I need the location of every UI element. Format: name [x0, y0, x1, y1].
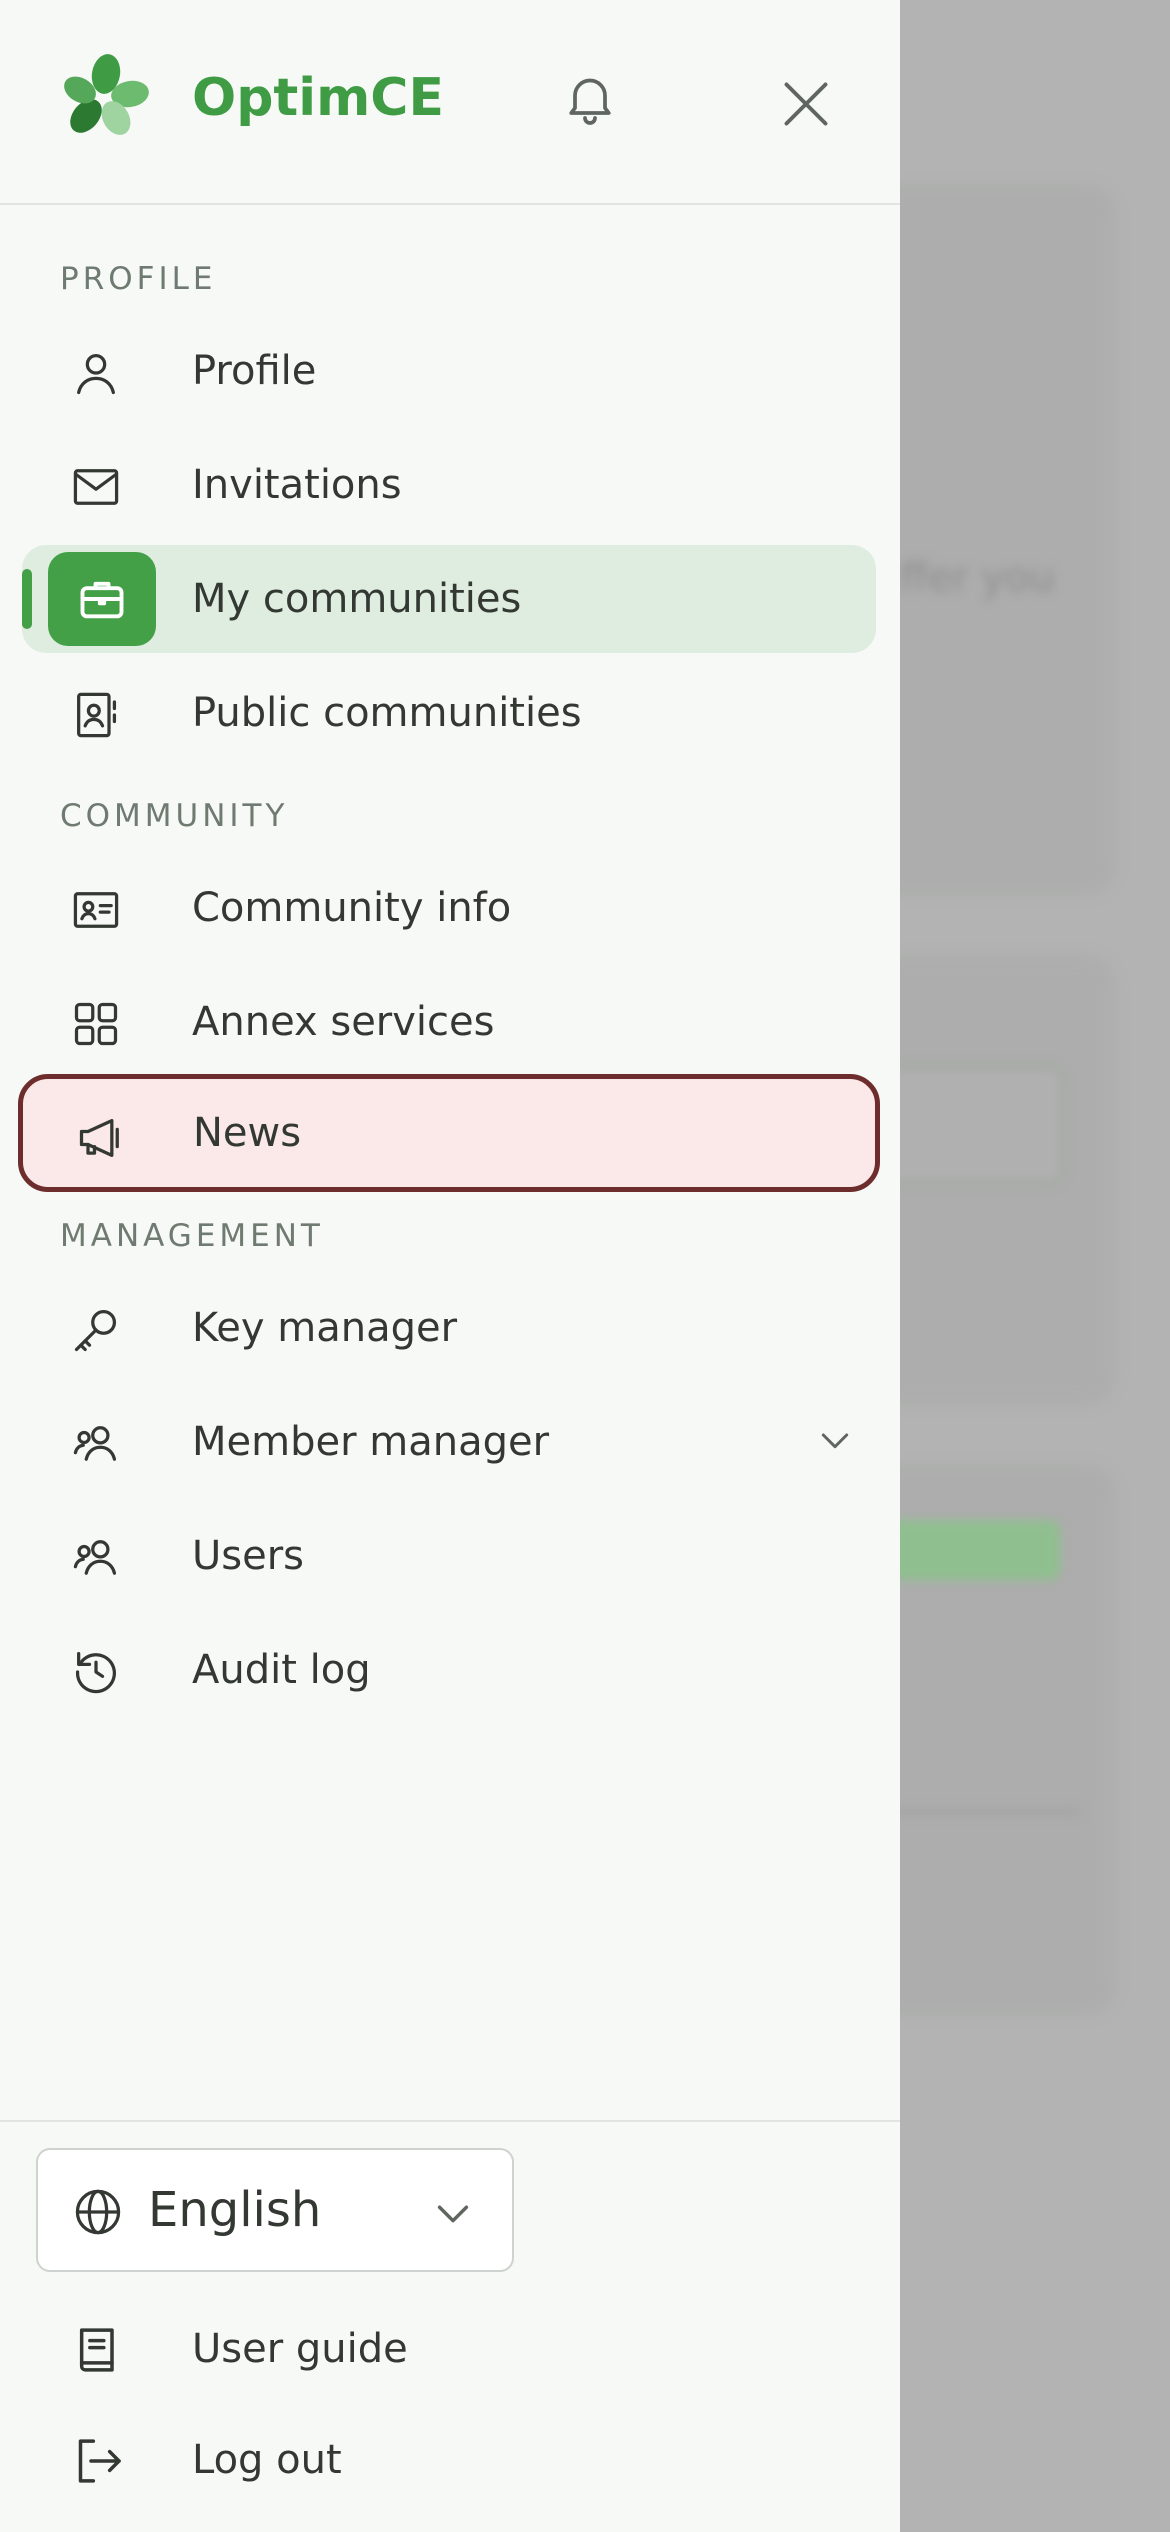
nav-item-my-communities[interactable]: My communities — [22, 545, 876, 653]
drawer-header: OptimCE — [0, 0, 900, 205]
user-guide-label: User guide — [192, 2326, 408, 2372]
close-icon[interactable] — [780, 78, 832, 130]
briefcase-icon — [80, 581, 124, 619]
section-label-management: MANAGEMENT — [60, 1218, 324, 1254]
navigation-drawer: OptimCE PROFILE Profile Invitations My c… — [0, 0, 900, 2532]
nav-item-label: Annex services — [192, 999, 495, 1045]
book-icon — [79, 2328, 114, 2372]
background-text: ffer you — [900, 555, 1055, 601]
nav-item-label: News — [193, 1110, 302, 1156]
nav-item-users[interactable]: Users — [22, 1502, 876, 1610]
nav-item-label: Key manager — [192, 1305, 458, 1351]
nav-item-invitations[interactable]: Invitations — [22, 431, 876, 539]
log-out-label: Log out — [192, 2437, 342, 2483]
id-card-icon — [73, 892, 119, 928]
bell-icon[interactable] — [560, 68, 620, 128]
active-indicator — [22, 569, 32, 629]
envelope-icon — [73, 469, 119, 505]
background-button — [880, 1520, 1060, 1580]
history-icon — [75, 1651, 116, 1694]
nav-item-label: Profile — [192, 348, 317, 394]
section-label-profile: PROFILE — [60, 261, 217, 297]
section-label-community: COMMUNITY — [60, 798, 289, 834]
nav-item-profile[interactable]: Profile — [22, 317, 876, 425]
nav-item-member-manager[interactable]: Member manager — [22, 1388, 876, 1496]
nav-item-label: My communities — [192, 576, 522, 622]
megaphone-icon — [79, 1119, 119, 1157]
nav-item-community-info[interactable]: Community info — [22, 854, 876, 962]
nav-item-label: Users — [192, 1533, 305, 1579]
nav-item-audit-log[interactable]: Audit log — [22, 1616, 876, 1724]
contact-book-icon — [77, 692, 117, 738]
log-out-button[interactable]: Log out — [70, 2415, 770, 2505]
brand-name: OptimCE — [192, 68, 444, 128]
nav-item-label: Public communities — [192, 690, 582, 736]
nav-item-key-manager[interactable]: Key manager — [22, 1274, 876, 1382]
chevron-down-icon — [437, 2205, 469, 2223]
grid-icon — [74, 1002, 118, 1046]
clover-logo-icon — [64, 54, 149, 135]
key-icon — [74, 1309, 117, 1352]
nav-item-public-communities[interactable]: Public communities — [22, 659, 876, 767]
language-select[interactable]: English — [36, 2148, 514, 2272]
users-icon — [73, 1540, 117, 1575]
nav-item-label: Audit log — [192, 1647, 371, 1693]
nav-item-label: Community info — [192, 885, 512, 931]
logout-icon — [78, 2439, 121, 2483]
language-value: English — [148, 2182, 322, 2238]
nav-item-news[interactable]: News — [18, 1074, 880, 1192]
nav-item-annex-services[interactable]: Annex services — [22, 968, 876, 1076]
chevron-down-icon[interactable] — [815, 1420, 855, 1460]
active-icon-badge — [48, 552, 156, 646]
users-icon — [73, 1426, 117, 1461]
nav-item-label: Invitations — [192, 462, 402, 508]
user-icon — [77, 354, 115, 395]
globe-icon — [75, 2189, 121, 2235]
drawer-footer-divider — [0, 2120, 900, 2122]
nav-item-label: Member manager — [192, 1419, 550, 1465]
user-guide-link[interactable]: User guide — [70, 2304, 770, 2394]
